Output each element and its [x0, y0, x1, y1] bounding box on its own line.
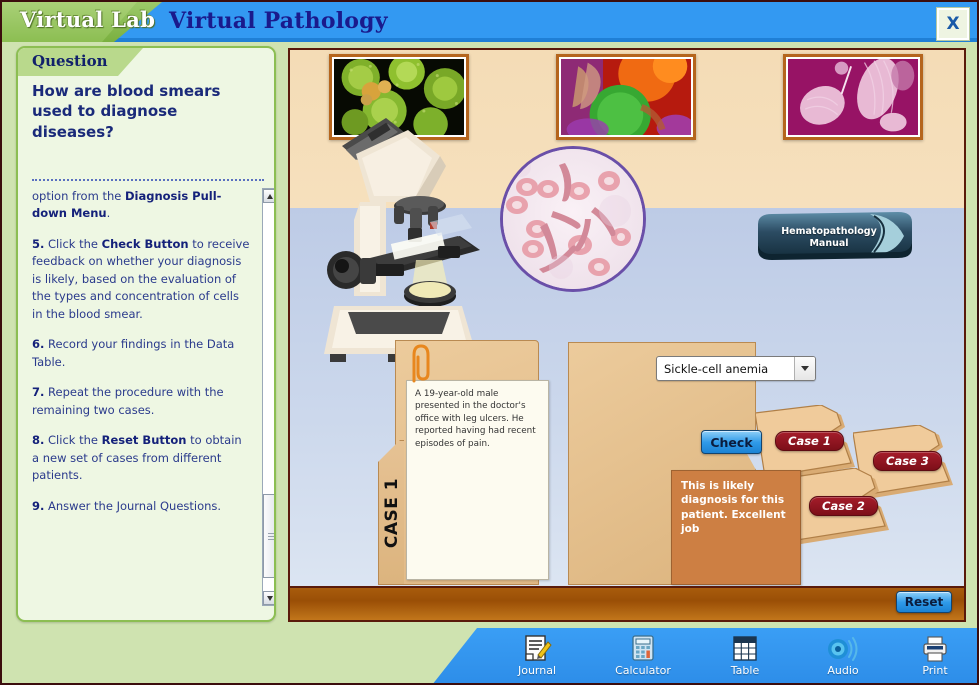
- scroll-down-button[interactable]: [263, 591, 274, 605]
- instruction-step: 7. Repeat the procedure with the remaini…: [32, 385, 224, 417]
- toolbar-item-journal[interactable]: Journal: [494, 634, 580, 682]
- toolbar-label-audio: Audio: [827, 664, 859, 677]
- case-folder-2[interactable]: Case 2: [787, 468, 897, 548]
- toolbar-item-print[interactable]: Print: [892, 634, 977, 682]
- diagnosis-selected-value: Sickle-cell anemia: [664, 361, 769, 376]
- blood-smear-view[interactable]: [500, 146, 646, 292]
- close-button[interactable]: X: [937, 8, 969, 40]
- hematopathology-manual-book[interactable]: Hematopathology Manual: [750, 208, 925, 270]
- virtual-lab-window: Virtual Lab Virtual Pathology X Question…: [0, 0, 979, 685]
- instruction-step: 6. Record your findings in the Data Tabl…: [32, 337, 235, 369]
- microscope-illustration: [312, 110, 492, 370]
- instruction-step: 8. Click the Reset Button to obtain a ne…: [32, 433, 242, 483]
- desk-bar: [290, 586, 964, 620]
- instruction-step: 5. Click the Check Button to receive fee…: [32, 236, 250, 321]
- book-title-line1: Hematopathology: [781, 226, 877, 237]
- chevron-down-icon[interactable]: [794, 357, 815, 380]
- lab-stage: Hematopathology Manual Case 1 Case 3 Cas…: [288, 48, 966, 622]
- title-bar: Virtual Lab Virtual Pathology X: [2, 2, 977, 42]
- instructions-scroll-area[interactable]: option from the Diagnosis Pull-down Menu…: [32, 188, 250, 606]
- case-1-tab[interactable]: Case 1: [775, 431, 844, 451]
- triangle-up-icon: [267, 193, 273, 199]
- instructions-body: option from the Diagnosis Pull-down Menu…: [32, 188, 250, 515]
- audio-icon: [827, 634, 859, 662]
- instructions-scrollbar[interactable]: [262, 188, 274, 606]
- check-button[interactable]: Check: [701, 430, 762, 454]
- toolbar-label-table: Table: [730, 664, 760, 677]
- print-icon: [921, 634, 949, 662]
- diagnosis-dropdown[interactable]: Sickle-cell anemia: [656, 356, 816, 381]
- open-case-folder: Sickle-cell anemia Check This is likely …: [378, 340, 816, 592]
- scrollbar-thumb[interactable]: [263, 494, 274, 578]
- book-label: Hematopathology Manual: [774, 226, 884, 251]
- bottom-toolbar: Journal Calculator Table Audio Print: [432, 628, 977, 683]
- question-header-label: Question: [32, 52, 108, 70]
- question-title: How are blood smears used to diagnose di…: [32, 82, 221, 141]
- triangle-down-icon: [267, 595, 273, 601]
- toolbar-label-print: Print: [922, 664, 948, 677]
- patient-note-paper: A 19-year-old male presented in the doct…: [406, 380, 549, 580]
- toolbar-item-calculator[interactable]: Calculator: [600, 634, 686, 682]
- toolbar-item-audio[interactable]: Audio: [800, 634, 886, 682]
- feedback-message: This is likely diagnosis for this patien…: [671, 470, 801, 585]
- close-icon: X: [946, 14, 960, 34]
- title-bar-shade: [2, 38, 977, 42]
- table-icon: [732, 634, 758, 662]
- brand-label: Virtual Lab: [20, 7, 156, 32]
- reset-button[interactable]: Reset: [896, 591, 952, 613]
- toolbar-label-calculator: Calculator: [615, 664, 671, 677]
- scroll-up-button[interactable]: [263, 189, 274, 203]
- question-divider: [32, 179, 264, 181]
- calculator-icon: [630, 634, 656, 662]
- journal-icon: [522, 634, 552, 662]
- instruction-step: 9. Answer the Journal Questions.: [32, 498, 222, 513]
- case-tab-label: CASE 1: [382, 477, 402, 549]
- thumb-grip-icon: [268, 533, 274, 534]
- patient-note-text: A 19-year-old male presented in the doct…: [415, 389, 536, 449]
- paperclip-icon: [408, 343, 430, 383]
- case-2-tab[interactable]: Case 2: [809, 496, 878, 516]
- wall-image-tissue-micrograph: [783, 54, 923, 140]
- case-folder-tab[interactable]: CASE 1: [378, 440, 404, 585]
- toolbar-item-table[interactable]: Table: [702, 634, 788, 682]
- wall-image-cell-micrograph: [556, 54, 696, 140]
- book-title-line2: Manual: [809, 238, 849, 250]
- toolbar-label-journal: Journal: [517, 664, 557, 677]
- question-panel: Question How are blood smears used to di…: [16, 46, 276, 622]
- instruction-step: option from the Diagnosis Pull-down Menu…: [32, 189, 222, 221]
- page-title: Virtual Pathology: [169, 8, 388, 34]
